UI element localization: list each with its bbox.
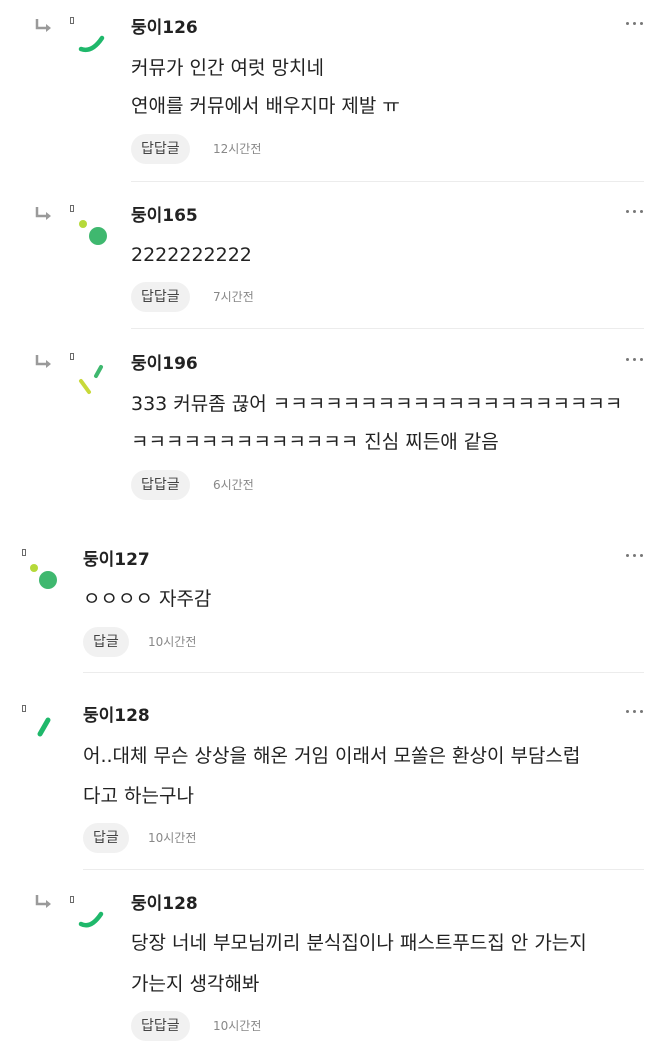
reply-arrow-icon (35, 207, 51, 220)
comment-text: ㅋㅋㅋㅋㅋㅋㅋㅋㅋㅋㅋㅋㅋ 진심 찌든애 같음 (131, 431, 499, 453)
comment-item: 둥이196 333 커뮤좀 끊어 ㅋㅋㅋㅋㅋㅋㅋㅋㅋㅋㅋㅋㅋㅋㅋㅋㅋㅋㅋㅋ ㅋㅋ… (0, 336, 658, 518)
avatar[interactable] (74, 896, 114, 936)
more-options-icon[interactable] (626, 210, 644, 216)
timestamp: 10시간전 (148, 831, 197, 845)
avatar[interactable] (74, 362, 114, 402)
comment-author[interactable]: 둥이127 (83, 549, 150, 571)
reply-arrow-icon (35, 19, 51, 32)
reply-arrow-icon (35, 895, 51, 908)
comment-text: ㅇㅇㅇㅇ 자주감 (83, 588, 212, 610)
avatar[interactable] (74, 206, 114, 246)
comment-text: 당장 너네 부모님끼리 분식집이나 패스트푸드집 안 가는지 (131, 932, 587, 954)
comment-item: 둥이126 커뮤가 인간 여럿 망치네 연애를 커뮤에서 배우지마 제발 ㅠ 답… (0, 0, 658, 182)
comment-text: 다고 하는구나 (83, 785, 194, 807)
timestamp: 10시간전 (148, 635, 197, 649)
comment-author[interactable]: 둥이128 (83, 705, 150, 727)
divider (83, 672, 644, 673)
avatar[interactable] (26, 550, 66, 590)
comment-item: 둥이127 ㅇㅇㅇㅇ 자주감 답글 10시간전 (0, 532, 658, 674)
divider (131, 181, 644, 182)
timestamp: 7시간전 (213, 290, 254, 304)
reply-arrow-icon (35, 355, 51, 368)
avatar[interactable] (26, 714, 66, 754)
comment-author[interactable]: 둥이196 (131, 353, 198, 375)
flag-icon[interactable] (70, 353, 74, 360)
reply-button[interactable]: 답답글 (131, 282, 190, 312)
timestamp: 10시간전 (213, 1019, 262, 1033)
divider (83, 869, 644, 870)
comment-item: 둥이165 2222222222 답답글 7시간전 (0, 188, 658, 330)
comment-text: 2222222222 (131, 244, 252, 266)
comment-text: 연애를 커뮤에서 배우지마 제발 ㅠ (131, 95, 400, 117)
comment-author[interactable]: 둥이165 (131, 205, 198, 227)
more-options-icon[interactable] (626, 710, 644, 716)
comment-text: 어..대체 무슨 상상을 해온 거임 이래서 모쏠은 환상이 부담스럽 (83, 745, 581, 767)
comment-author[interactable]: 둥이126 (131, 17, 198, 39)
timestamp: 6시간전 (213, 478, 254, 492)
more-options-icon[interactable] (626, 358, 644, 364)
more-options-icon[interactable] (626, 22, 644, 28)
comment-item: 둥이128 당장 너네 부모님끼리 분식집이나 패스트푸드집 안 가는지 가는지… (0, 876, 658, 1051)
timestamp: 12시간전 (213, 142, 262, 156)
flag-icon[interactable] (22, 705, 26, 712)
reply-button[interactable]: 답글 (83, 823, 129, 853)
avatar[interactable] (74, 18, 114, 58)
comment-text: 가는지 생각해봐 (131, 973, 260, 995)
reply-button[interactable]: 답글 (83, 627, 129, 657)
reply-button[interactable]: 답답글 (131, 470, 190, 500)
reply-button[interactable]: 답답글 (131, 134, 190, 164)
more-options-icon[interactable] (626, 554, 644, 560)
divider (131, 328, 644, 329)
comment-item: 둥이128 어..대체 무슨 상상을 해온 거임 이래서 모쏠은 환상이 부담스… (0, 688, 658, 870)
reply-button[interactable]: 답답글 (131, 1011, 190, 1041)
comment-author[interactable]: 둥이128 (131, 893, 198, 915)
